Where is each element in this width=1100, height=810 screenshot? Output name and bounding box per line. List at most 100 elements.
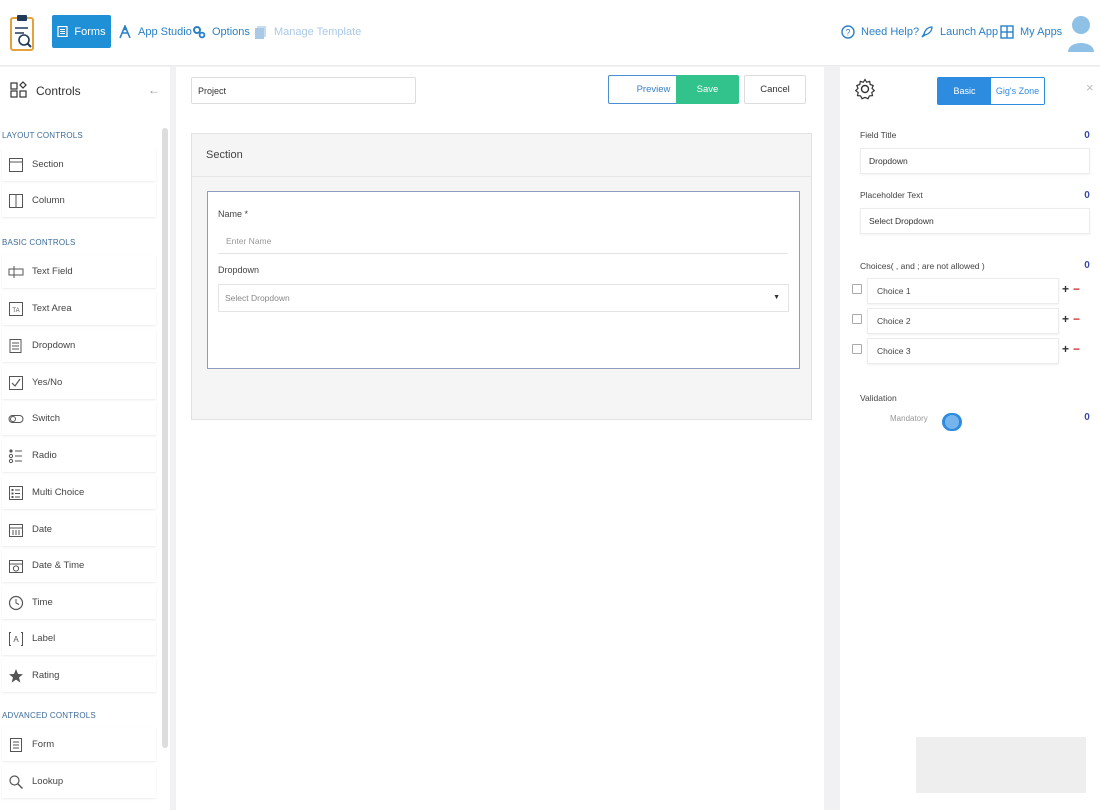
- control-label: Form: [32, 739, 55, 750]
- control-label: Section: [32, 159, 64, 170]
- control-label: Rating: [32, 670, 60, 681]
- switch-icon: [8, 414, 24, 423]
- nav-app-studio-label: App Studio: [138, 25, 192, 38]
- control-switch[interactable]: Switch: [2, 402, 156, 435]
- control-label[interactable]: A Label: [2, 622, 156, 655]
- choice-checkbox[interactable]: [852, 284, 862, 294]
- text-area-icon: TA: [9, 301, 23, 316]
- svg-text:A: A: [13, 635, 19, 644]
- svg-text:TA: TA: [12, 308, 19, 314]
- control-column[interactable]: Column: [2, 184, 156, 217]
- section-icon: [9, 157, 23, 172]
- collapse-arrow-icon[interactable]: ←: [148, 83, 160, 97]
- dropdown-placeholder: Select Dropdown: [225, 293, 290, 303]
- name-input[interactable]: Enter Name: [218, 229, 788, 254]
- svg-text:?: ?: [845, 27, 850, 37]
- need-help-link[interactable]: ? Need Help?: [841, 15, 919, 48]
- text-field-icon: [8, 265, 24, 278]
- control-yes-no[interactable]: Yes/No: [2, 366, 156, 399]
- info-icon[interactable]: 0: [1083, 411, 1091, 423]
- caret-down-icon: ▼: [773, 294, 780, 301]
- info-icon[interactable]: 0: [1083, 259, 1091, 271]
- nav-manage-template[interactable]: Manage Template: [254, 15, 361, 48]
- form-section[interactable]: Section Name * Enter Name Dropdown Selec…: [191, 133, 812, 420]
- info-icon[interactable]: 0: [1083, 189, 1091, 201]
- panel-footer-area: [916, 737, 1086, 793]
- section-divider: [192, 176, 811, 177]
- section-heading-basic: BASIC CONTROLS: [2, 238, 76, 247]
- control-text-field[interactable]: Text Field: [2, 255, 156, 288]
- control-text-area[interactable]: TA Text Area: [2, 292, 156, 325]
- nav-manage-template-label: Manage Template: [274, 25, 362, 38]
- remove-choice-icon[interactable]: −: [1073, 312, 1080, 326]
- save-button[interactable]: Save: [676, 75, 739, 104]
- my-apps-link[interactable]: My Apps: [1000, 15, 1062, 48]
- form-name-input[interactable]: [191, 77, 416, 104]
- placeholder-text-input[interactable]: Select Dropdown: [860, 208, 1090, 234]
- checkbox-icon: [9, 375, 23, 390]
- field-title-input[interactable]: Dropdown: [860, 148, 1090, 174]
- options-icon: [193, 25, 206, 38]
- sidebar-scrollbar[interactable]: [162, 128, 168, 748]
- template-icon: [255, 25, 266, 39]
- add-choice-icon[interactable]: +: [1062, 342, 1069, 356]
- section-heading-advanced: ADVANCED CONTROLS: [2, 711, 96, 720]
- tab-basic[interactable]: Basic: [938, 78, 991, 104]
- mandatory-toggle[interactable]: [942, 413, 962, 431]
- choice-input[interactable]: Choice 2: [867, 308, 1059, 334]
- panel-tabs: Basic Gig's Zone: [937, 77, 1045, 105]
- control-label: Dropdown: [32, 340, 76, 351]
- rocket-icon: [921, 25, 933, 38]
- mandatory-label: Mandatory: [890, 414, 928, 423]
- control-form[interactable]: Form: [2, 728, 156, 761]
- control-date-time[interactable]: Date & Time: [2, 549, 156, 582]
- add-choice-icon[interactable]: +: [1062, 312, 1069, 326]
- field-title-label: Field Title: [860, 130, 897, 140]
- form-canvas: Preview Save Cancel Section Name * Enter…: [176, 67, 824, 810]
- remove-choice-icon[interactable]: −: [1073, 342, 1080, 356]
- control-lookup[interactable]: Lookup: [2, 765, 156, 798]
- controls-icon: [10, 81, 27, 98]
- control-multi-choice[interactable]: Multi Choice: [2, 476, 156, 509]
- info-icon[interactable]: 0: [1083, 129, 1091, 141]
- control-label: Switch: [32, 413, 60, 424]
- control-date[interactable]: Date: [2, 513, 156, 546]
- control-label: Lookup: [32, 776, 64, 787]
- control-dropdown[interactable]: Dropdown: [2, 329, 156, 362]
- form-column[interactable]: Name * Enter Name Dropdown Select Dropdo…: [207, 191, 800, 369]
- control-label: Radio: [32, 450, 57, 461]
- choice-input[interactable]: Choice 1: [867, 278, 1059, 304]
- control-label: Column: [32, 195, 65, 206]
- close-icon[interactable]: ×: [1086, 80, 1094, 95]
- controls-title: Controls: [36, 84, 81, 98]
- choice-checkbox[interactable]: [852, 314, 862, 324]
- control-label: Multi Choice: [32, 487, 85, 498]
- column-icon: [9, 193, 23, 208]
- add-choice-icon[interactable]: +: [1062, 282, 1069, 296]
- tab-gigs-zone[interactable]: Gig's Zone: [991, 78, 1044, 104]
- clipboard-logo-icon[interactable]: [8, 12, 36, 54]
- remove-choice-icon[interactable]: −: [1073, 282, 1080, 296]
- controls-header: Controls ←: [10, 79, 160, 103]
- choice-checkbox[interactable]: [852, 344, 862, 354]
- launch-app-link[interactable]: Launch App: [920, 15, 998, 48]
- avatar[interactable]: [1066, 12, 1096, 52]
- nav-app-studio[interactable]: App Studio: [118, 15, 192, 48]
- nav-options[interactable]: Options: [192, 15, 250, 48]
- cancel-button[interactable]: Cancel: [744, 75, 806, 104]
- form-icon: [57, 26, 69, 37]
- validation-label: Validation: [860, 393, 897, 403]
- need-help-label: Need Help?: [861, 25, 920, 38]
- radio-icon: [8, 448, 22, 463]
- control-radio[interactable]: Radio: [2, 439, 156, 472]
- dropdown-icon: [9, 338, 22, 353]
- my-apps-label: My Apps: [1020, 25, 1063, 38]
- dropdown-select[interactable]: Select Dropdown ▼: [218, 284, 789, 312]
- nav-forms[interactable]: Forms: [52, 15, 111, 48]
- control-rating[interactable]: Rating: [2, 659, 156, 692]
- choice-input[interactable]: Choice 3: [867, 338, 1059, 364]
- control-label: Yes/No: [32, 377, 63, 388]
- control-time[interactable]: Time: [2, 586, 156, 619]
- control-section[interactable]: Section: [2, 148, 156, 181]
- control-label: Text Field: [32, 266, 73, 277]
